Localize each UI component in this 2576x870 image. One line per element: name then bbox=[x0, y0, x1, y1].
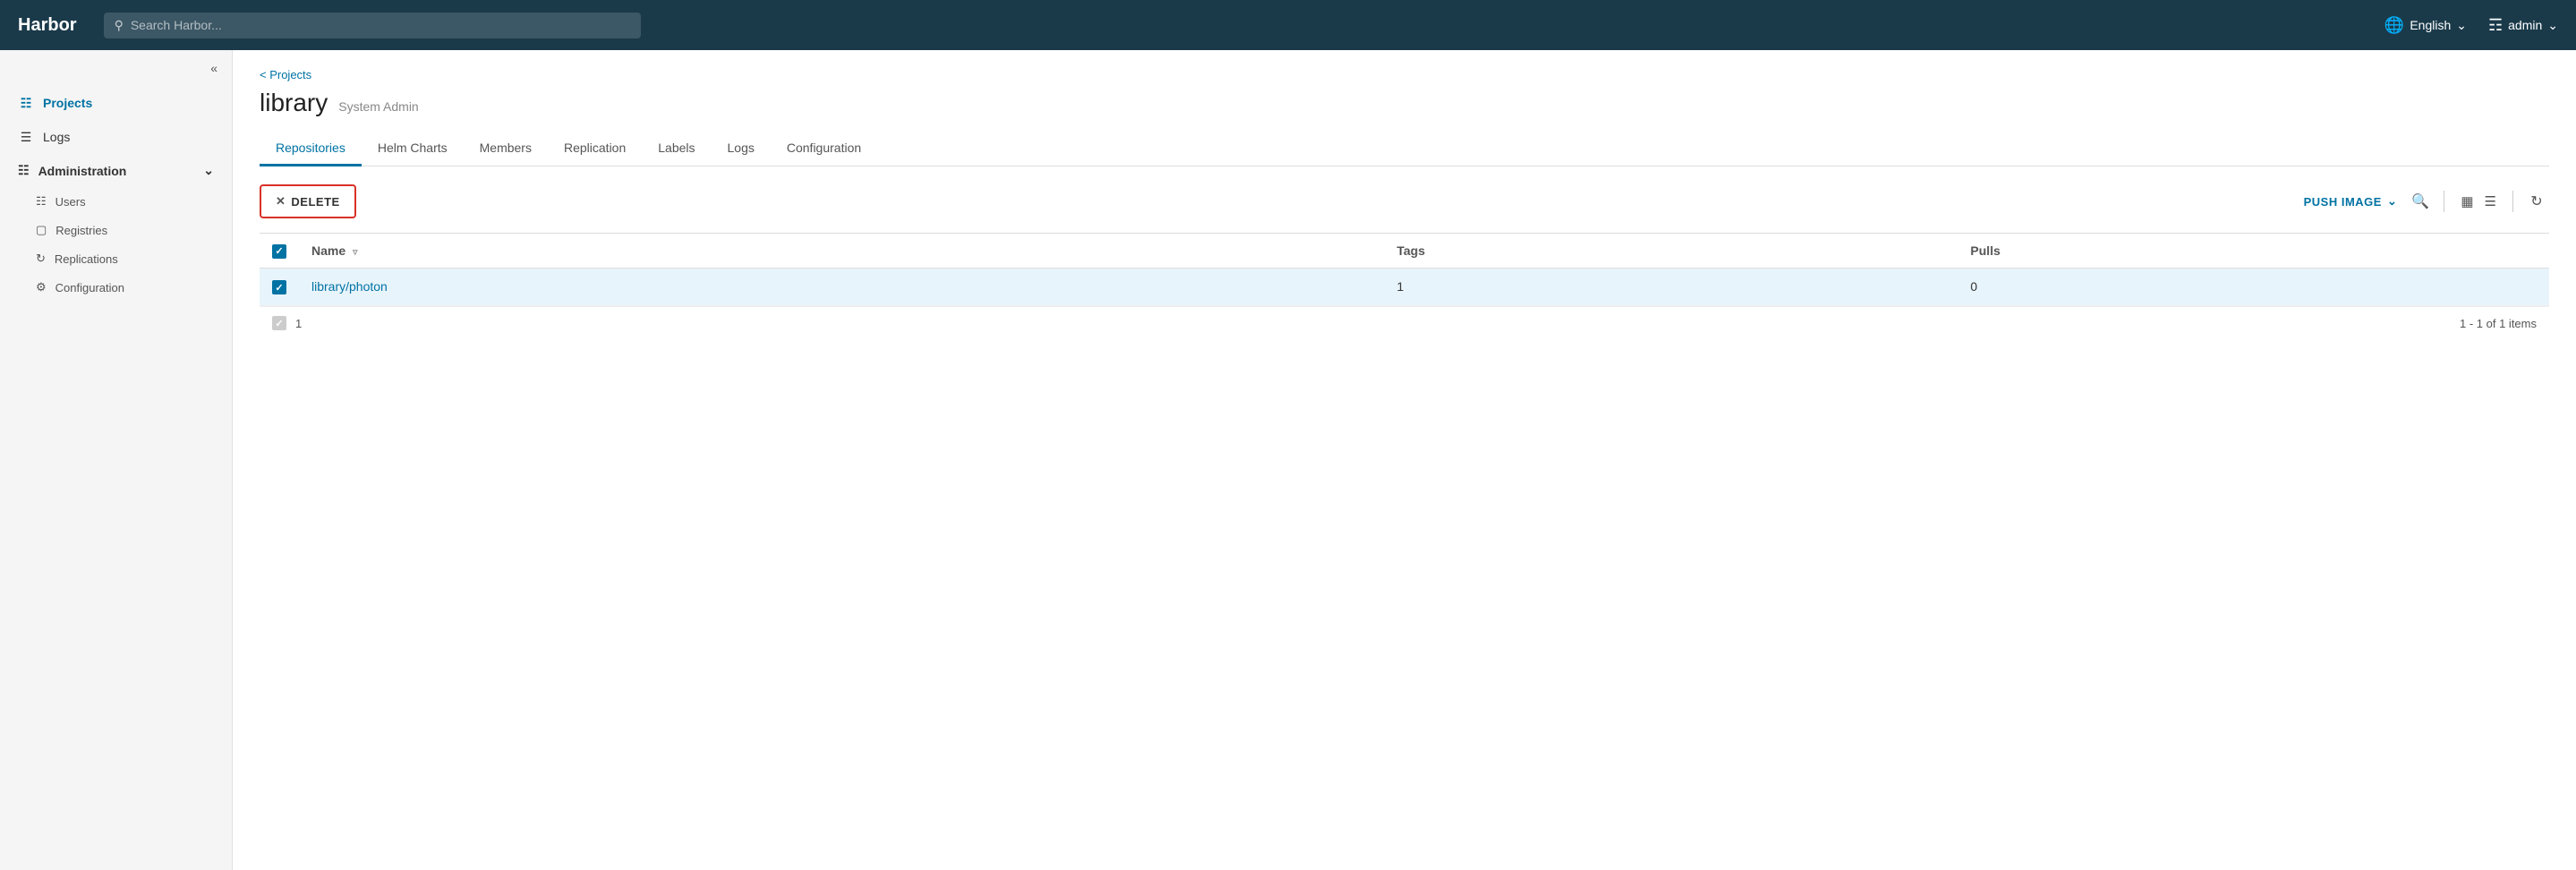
nav-right: 🌐 English ⌄ ☶ admin ⌄ bbox=[2384, 16, 2558, 35]
globe-icon: 🌐 bbox=[2384, 16, 2404, 35]
sidebar-item-projects[interactable]: ☷ Projects bbox=[0, 86, 232, 120]
name-sort-icon: ▿ bbox=[353, 247, 358, 258]
tags-column-label: Tags bbox=[1397, 243, 1426, 258]
footer-checkbox[interactable] bbox=[272, 316, 286, 330]
page-title: library bbox=[260, 89, 328, 117]
push-image-button[interactable]: PUSH IMAGE ⌄ bbox=[2304, 194, 2398, 209]
name-column-label: Name bbox=[311, 243, 345, 258]
sidebar-item-logs[interactable]: ☰ Logs bbox=[0, 120, 232, 154]
tab-configuration[interactable]: Configuration bbox=[771, 132, 877, 166]
sidebar-item-replications[interactable]: ↻ Replications bbox=[18, 244, 232, 273]
sidebar-item-registries-label: Registries bbox=[55, 224, 107, 237]
pulls-column-header: Pulls bbox=[1958, 234, 2549, 269]
row-tags-cell: 1 bbox=[1385, 268, 1958, 306]
breadcrumb[interactable]: < Projects bbox=[260, 68, 2549, 81]
users-icon: ☷ bbox=[36, 194, 47, 209]
user-chevron-icon: ⌄ bbox=[2547, 18, 2558, 33]
page-header: library System Admin bbox=[260, 89, 2549, 117]
view-toggle: ▦ ☰ bbox=[2455, 190, 2502, 213]
tab-logs[interactable]: Logs bbox=[712, 132, 771, 166]
top-nav: Harbor ⚲ Search Harbor... 🌐 English ⌄ ☶ … bbox=[0, 0, 2576, 50]
sidebar: « ☷ Projects ☰ Logs ☷ Administration ⌄ ☷… bbox=[0, 50, 233, 870]
collapse-icon: « bbox=[210, 61, 218, 75]
main-content: < Projects library System Admin Reposito… bbox=[233, 50, 2576, 870]
row-checkbox[interactable] bbox=[272, 280, 286, 294]
toolbar-right: PUSH IMAGE ⌄ 🔍 ▦ ☰ ↻ bbox=[2304, 189, 2549, 214]
language-label: English bbox=[2410, 18, 2451, 32]
main-layout: « ☷ Projects ☰ Logs ☷ Administration ⌄ ☷… bbox=[0, 50, 2576, 870]
sidebar-item-replications-label: Replications bbox=[55, 252, 118, 266]
admin-icon: ☷ bbox=[18, 163, 30, 178]
admin-expand-icon: ⌄ bbox=[203, 163, 214, 178]
name-column-header: Name ▿ bbox=[299, 234, 1385, 269]
sidebar-item-configuration[interactable]: ⚙ Configuration bbox=[18, 273, 232, 302]
sidebar-administration-label: Administration bbox=[38, 164, 127, 178]
sidebar-item-users-label: Users bbox=[55, 195, 86, 209]
sidebar-collapse-button[interactable]: « bbox=[0, 50, 232, 86]
tags-column-header: Tags bbox=[1385, 234, 1958, 269]
search-placeholder: Search Harbor... bbox=[131, 18, 222, 32]
replications-icon: ↻ bbox=[36, 252, 46, 266]
tab-repositories[interactable]: Repositories bbox=[260, 132, 362, 166]
delete-button[interactable]: ✕ DELETE bbox=[263, 188, 353, 215]
delete-x-icon: ✕ bbox=[276, 194, 286, 209]
toolbar-divider-2 bbox=[2512, 191, 2513, 212]
table-row: library/photon 1 0 bbox=[260, 268, 2549, 306]
logs-icon: ☰ bbox=[18, 129, 34, 145]
row-pulls-cell: 0 bbox=[1958, 268, 2549, 306]
sidebar-administration[interactable]: ☷ Administration ⌄ bbox=[0, 154, 232, 187]
refresh-button[interactable]: ↻ bbox=[2524, 189, 2549, 214]
footer-count: 1 bbox=[295, 317, 302, 330]
lang-chevron-icon: ⌄ bbox=[2456, 18, 2467, 33]
pulls-column-label: Pulls bbox=[1970, 243, 2000, 258]
registries-icon: ▢ bbox=[36, 223, 47, 237]
user-menu[interactable]: ☶ admin ⌄ bbox=[2488, 16, 2558, 35]
toolbar: ✕ DELETE PUSH IMAGE ⌄ 🔍 ▦ ☰ ↻ bbox=[260, 184, 2549, 218]
select-all-header bbox=[260, 234, 299, 269]
row-name-cell: library/photon bbox=[299, 268, 1385, 306]
grid-view-button[interactable]: ▦ bbox=[2455, 190, 2478, 213]
sidebar-item-logs-label: Logs bbox=[43, 130, 70, 144]
user-icon: ☶ bbox=[2488, 16, 2503, 35]
select-all-checkbox[interactable] bbox=[272, 244, 286, 259]
admin-sub-items: ☷ Users ▢ Registries ↻ Replications ⚙ Co… bbox=[0, 187, 232, 302]
tab-replication[interactable]: Replication bbox=[548, 132, 642, 166]
language-selector[interactable]: 🌐 English ⌄ bbox=[2384, 16, 2467, 35]
table-footer: 1 1 - 1 of 1 items bbox=[260, 306, 2549, 339]
configuration-icon: ⚙ bbox=[36, 280, 47, 294]
list-view-button[interactable]: ☰ bbox=[2479, 190, 2502, 213]
push-image-chevron-icon: ⌄ bbox=[2387, 194, 2397, 209]
brand-logo: Harbor bbox=[18, 15, 77, 36]
sidebar-item-configuration-label: Configuration bbox=[55, 281, 124, 294]
tabs-bar: Repositories Helm Charts Members Replica… bbox=[260, 132, 2549, 166]
tab-helm-charts[interactable]: Helm Charts bbox=[362, 132, 464, 166]
search-bar[interactable]: ⚲ Search Harbor... bbox=[104, 13, 641, 38]
sidebar-item-projects-label: Projects bbox=[43, 96, 92, 110]
repositories-table: Name ▿ Tags Pulls library/photon bbox=[260, 233, 2549, 306]
sidebar-item-users[interactable]: ☷ Users bbox=[18, 187, 232, 216]
search-icon: ⚲ bbox=[115, 18, 124, 33]
projects-icon: ☷ bbox=[18, 95, 34, 111]
push-image-label: PUSH IMAGE bbox=[2304, 195, 2382, 209]
tab-members[interactable]: Members bbox=[464, 132, 548, 166]
sidebar-item-registries[interactable]: ▢ Registries bbox=[18, 216, 232, 244]
delete-button-wrapper: ✕ DELETE bbox=[260, 184, 356, 218]
page-subtitle: System Admin bbox=[338, 99, 418, 114]
delete-button-label: DELETE bbox=[291, 195, 339, 209]
search-toolbar-button[interactable]: 🔍 bbox=[2408, 189, 2433, 214]
repository-link[interactable]: library/photon bbox=[311, 279, 388, 294]
pagination-info: 1 - 1 of 1 items bbox=[2460, 317, 2537, 330]
table-header-row: Name ▿ Tags Pulls bbox=[260, 234, 2549, 269]
row-checkbox-cell bbox=[260, 268, 299, 306]
user-label: admin bbox=[2508, 18, 2542, 32]
tab-labels[interactable]: Labels bbox=[642, 132, 711, 166]
